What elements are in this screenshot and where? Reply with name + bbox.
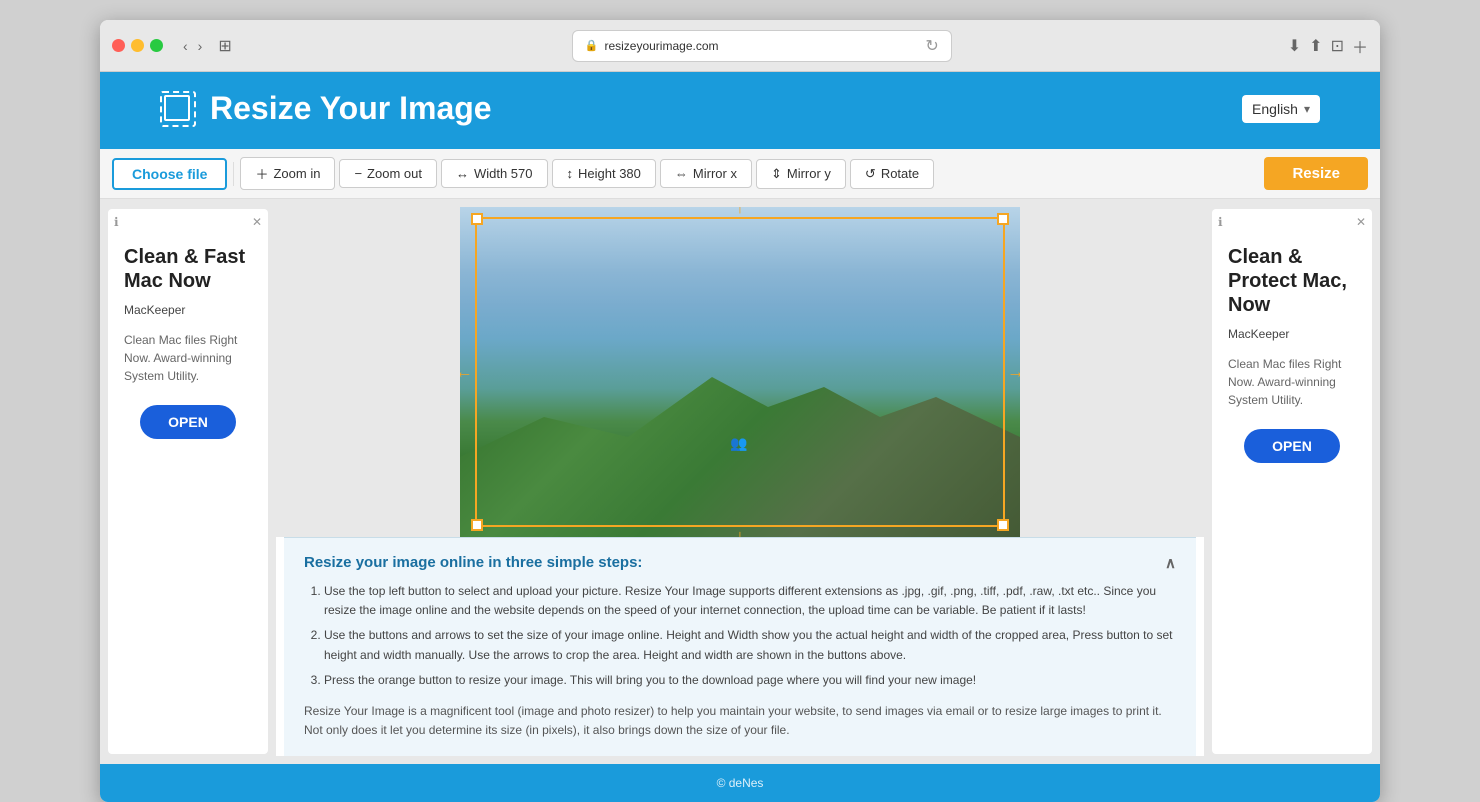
address-bar[interactable]: 🔒 resizeyourimage.com ↻ xyxy=(572,30,952,62)
info-title-bar: Resize your image online in three simple… xyxy=(304,554,1176,572)
left-ad-title: Clean & Fast Mac Now xyxy=(124,245,252,293)
mirror-x-button[interactable]: ⇔ Mirror x xyxy=(660,159,752,188)
language-selector[interactable]: English ▾ xyxy=(1242,95,1320,123)
logo-icon xyxy=(160,91,196,127)
ad-info-icon-left[interactable]: ℹ xyxy=(114,215,119,229)
left-ad-open-button[interactable]: OPEN xyxy=(140,405,236,439)
info-step-3: Press the orange button to resize your i… xyxy=(324,671,1176,690)
right-ad-brand: MacKeeper xyxy=(1228,327,1356,341)
ad-close-button-left[interactable]: ✕ xyxy=(252,215,262,229)
mirror-y-icon: ⇕ xyxy=(771,166,782,182)
download-button[interactable]: ⬇ xyxy=(1288,36,1301,56)
zoom-in-icon: ＋ xyxy=(255,164,268,183)
height-icon: ↕ xyxy=(567,166,574,181)
site-title: Resize Your Image xyxy=(210,90,492,127)
chevron-down-icon: ▾ xyxy=(1304,102,1310,116)
width-button[interactable]: ↔ Width 570 xyxy=(441,159,548,188)
tab-overview-button[interactable]: ⊡ xyxy=(1331,36,1344,56)
toolbar-separator xyxy=(233,162,234,186)
info-step-1: Use the top left button to select and up… xyxy=(324,582,1176,620)
info-wrapper: Resize your image online in three simple… xyxy=(276,537,1204,756)
crop-handle-top-right[interactable] xyxy=(997,213,1009,225)
refresh-icon[interactable]: ↻ xyxy=(925,36,938,56)
info-step-2: Use the buttons and arrows to set the si… xyxy=(324,626,1176,664)
footer-copyright: © deNes xyxy=(717,776,764,790)
site-header: Resize Your Image English ▾ xyxy=(100,72,1380,149)
browser-window: ‹ › ⊞ 🔒 resizeyourimage.com ↻ ⬇ ⬆ ⊡ ＋ Re… xyxy=(100,20,1380,802)
crop-overlay[interactable]: ↑ ↓ ← → xyxy=(475,217,1005,527)
image-preview: 👥 ↑ ↓ ← → xyxy=(460,207,1020,537)
minimize-button[interactable] xyxy=(131,39,144,52)
zoom-out-icon: − xyxy=(354,166,362,181)
zoom-in-button[interactable]: ＋ Zoom in xyxy=(240,157,335,190)
info-title-text: Resize your image online in three simple… xyxy=(304,554,642,571)
lock-icon: 🔒 xyxy=(585,39,599,52)
image-canvas[interactable]: 👥 ↑ ↓ ← → xyxy=(460,207,1020,537)
info-section: Resize your image online in three simple… xyxy=(284,537,1196,756)
back-button[interactable]: ‹ xyxy=(179,36,192,56)
rotate-icon: ↺ xyxy=(865,166,876,182)
right-ad-panel: ℹ ✕ Clean & Protect Mac, Now MacKeeper C… xyxy=(1212,209,1372,754)
mirror-x-icon: ⇔ xyxy=(675,166,688,181)
left-ad-description: Clean Mac files Right Now. Award-winning… xyxy=(124,331,252,385)
close-button[interactable] xyxy=(112,39,125,52)
info-steps: Use the top left button to select and up… xyxy=(304,582,1176,690)
nav-buttons: ‹ › xyxy=(179,36,206,56)
info-description: Resize Your Image is a magnificent tool … xyxy=(304,702,1176,740)
width-icon: ↔ xyxy=(456,166,469,181)
people-silhouette: 👥 xyxy=(730,435,747,452)
browser-actions: ⬇ ⬆ ⊡ ＋ xyxy=(1288,34,1368,58)
choose-file-button[interactable]: Choose file xyxy=(112,158,227,190)
site-wrapper: Resize Your Image English ▾ Choose file … xyxy=(100,72,1380,802)
site-logo: Resize Your Image xyxy=(160,90,492,127)
crop-arrow-top[interactable]: ↑ xyxy=(736,207,745,218)
forward-button[interactable]: › xyxy=(194,36,207,56)
url-text: resizeyourimage.com xyxy=(604,39,718,53)
collapse-button[interactable]: ∧ xyxy=(1165,554,1176,572)
maximize-button[interactable] xyxy=(150,39,163,52)
toolbar: Choose file ＋ Zoom in − Zoom out ↔ Width… xyxy=(100,149,1380,199)
crop-arrow-bottom[interactable]: ↓ xyxy=(736,526,745,537)
crop-arrow-left[interactable]: ← xyxy=(460,362,473,383)
traffic-lights xyxy=(112,39,163,52)
reader-view-button[interactable]: ⊞ xyxy=(214,34,235,58)
left-ad-brand: MacKeeper xyxy=(124,303,252,317)
crop-handle-bottom-left[interactable] xyxy=(471,519,483,531)
right-ad-title: Clean & Protect Mac, Now xyxy=(1228,245,1356,317)
height-button[interactable]: ↕ Height 380 xyxy=(552,159,656,188)
crop-handle-bottom-right[interactable] xyxy=(997,519,1009,531)
crop-handle-top-left[interactable] xyxy=(471,213,483,225)
ad-close-button-right[interactable]: ✕ xyxy=(1356,215,1366,229)
ad-info-icon-right[interactable]: ℹ xyxy=(1218,215,1223,229)
site-footer: © deNes xyxy=(100,764,1380,802)
address-bar-container: 🔒 resizeyourimage.com ↻ xyxy=(256,30,1268,62)
mirror-y-button[interactable]: ⇕ Mirror y xyxy=(756,159,846,189)
rotate-button[interactable]: ↺ Rotate xyxy=(850,159,934,189)
resize-button[interactable]: Resize xyxy=(1264,157,1368,190)
language-value: English xyxy=(1252,101,1298,117)
share-button[interactable]: ⬆ xyxy=(1309,36,1322,56)
new-tab-button[interactable]: ＋ xyxy=(1352,34,1368,58)
crop-arrow-right[interactable]: → xyxy=(1007,362,1020,383)
zoom-out-button[interactable]: − Zoom out xyxy=(339,159,437,188)
right-ad-open-button[interactable]: OPEN xyxy=(1244,429,1340,463)
left-ad-panel: ℹ ✕ Clean & Fast Mac Now MacKeeper Clean… xyxy=(108,209,268,754)
main-content: ℹ ✕ Clean & Fast Mac Now MacKeeper Clean… xyxy=(100,199,1380,764)
right-ad-description: Clean Mac files Right Now. Award-winning… xyxy=(1228,355,1356,409)
image-area: 👥 ↑ ↓ ← → xyxy=(276,199,1204,764)
browser-titlebar: ‹ › ⊞ 🔒 resizeyourimage.com ↻ ⬇ ⬆ ⊡ ＋ xyxy=(100,20,1380,72)
